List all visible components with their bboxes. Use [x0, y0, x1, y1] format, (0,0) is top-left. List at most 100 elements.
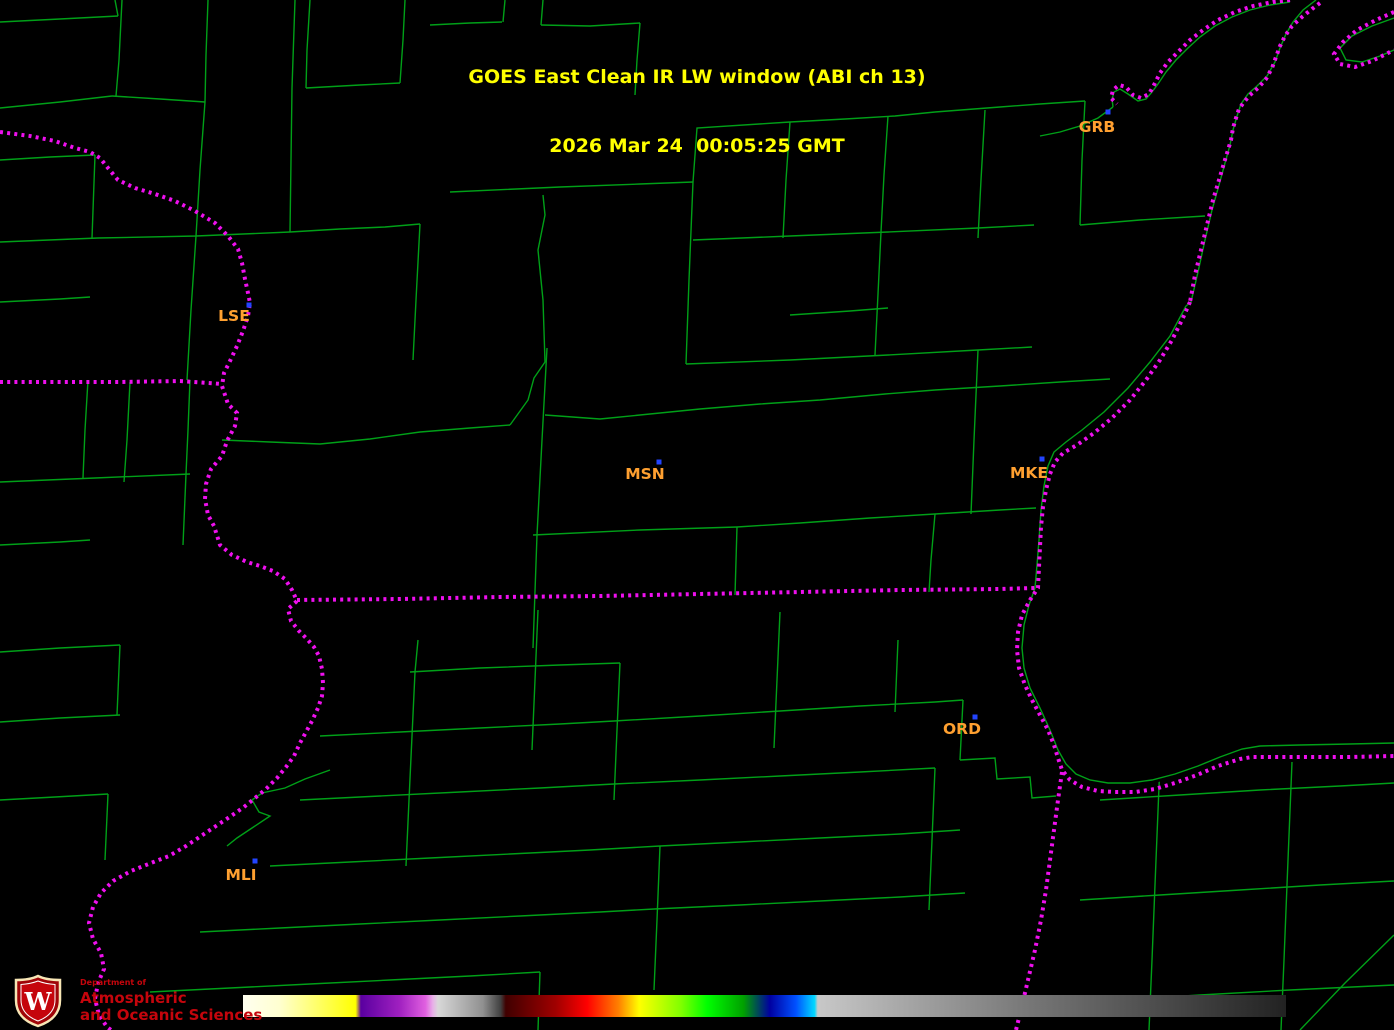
county-line: [104, 793, 109, 861]
county-line: [934, 507, 1037, 515]
city-label-mli: MLI: [225, 866, 256, 884]
county-line: [1079, 880, 1394, 901]
county-line: [305, 82, 401, 89]
title-line-1: GOES East Clean IR LW window (ABI ch 13): [468, 66, 926, 88]
county-line: [934, 699, 964, 703]
city-marker-mke: [1039, 456, 1045, 462]
county-line: [1299, 934, 1394, 1030]
state-border-dotted: [0, 378, 223, 386]
county-line: [613, 701, 936, 722]
county-line: [269, 845, 661, 867]
logo-text: Department of Atmospheric and Oceanic Sc…: [80, 977, 263, 1024]
county-line: [204, 0, 209, 103]
county-line: [1079, 215, 1206, 226]
county-line: [532, 526, 738, 536]
county-line: [185, 379, 191, 475]
county-line: [221, 424, 511, 445]
county-line: [928, 513, 936, 593]
county-line: [412, 223, 421, 361]
county-line: [928, 767, 936, 911]
county-line: [0, 296, 91, 303]
county-line: [0, 154, 96, 161]
county-line: [934, 100, 1086, 113]
county-line: [0, 473, 191, 483]
city-marker-mli: [252, 858, 258, 864]
shoreline: [1111, 88, 1153, 108]
county-line: [970, 349, 979, 515]
county-line: [226, 769, 331, 847]
county-line: [182, 473, 187, 546]
uw-crest-icon: W: [14, 974, 62, 1028]
county-line: [894, 639, 899, 713]
county-line: [653, 892, 966, 910]
city-label-msn: MSN: [625, 465, 665, 483]
county-line: [959, 757, 1057, 799]
county-line: [509, 361, 546, 426]
county-line: [0, 793, 109, 801]
county-line: [0, 15, 119, 23]
uw-aos-logo: W Department of Atmospheric and Oceanic …: [6, 974, 262, 1028]
city-label-ord: ORD: [943, 720, 981, 738]
county-line: [874, 231, 882, 356]
county-line: [305, 0, 311, 89]
county-line: [734, 526, 738, 596]
county-line: [399, 0, 406, 84]
county-line: [111, 95, 206, 103]
county-line: [502, 0, 506, 23]
county-line: [409, 662, 621, 673]
satellite-image-viewer: GRB LSE MSN MKE ORD MLI GOES East Clean IR LW…: [0, 0, 1394, 1030]
image-title: GOES East Clean IR LW window (ABI ch 13)…: [468, 20, 925, 204]
county-line: [685, 181, 694, 365]
county-line: [115, 0, 123, 97]
county-line: [537, 194, 546, 363]
county-line: [116, 644, 121, 716]
county-line: [289, 223, 421, 233]
county-line: [0, 644, 121, 653]
city-marker-ord: [972, 714, 978, 720]
county-line: [659, 829, 961, 847]
county-line: [299, 783, 615, 801]
county-line: [405, 735, 413, 867]
county-line: [653, 845, 661, 991]
logo-name-line-2: and Oceanic Sciences: [80, 1005, 263, 1024]
title-line-2: 2026 Mar 24 00:05:25 GMT: [549, 135, 845, 157]
county-line: [736, 513, 936, 528]
city-markers-layer: GRB LSE MSN MKE ORD MLI: [218, 109, 1115, 884]
county-line: [613, 767, 936, 785]
state-border-dotted: [0, 130, 326, 1030]
state-border-dotted: [1014, 771, 1064, 1030]
county-line: [82, 379, 89, 479]
county-line: [0, 95, 113, 109]
county-line: [977, 109, 986, 239]
county-line: [289, 0, 296, 233]
county-line: [692, 224, 1035, 241]
logo-name-line-1: Atmospheric: [80, 988, 187, 1007]
county-line: [544, 389, 936, 420]
county-line: [0, 539, 91, 546]
crest-w-letter: W: [24, 987, 53, 1016]
state-border-dotted: [296, 586, 1036, 602]
city-label-grb: GRB: [1079, 118, 1115, 136]
county-line: [685, 346, 1033, 365]
county-line: [0, 714, 121, 723]
temperature-colorbar: [243, 995, 1286, 1017]
logo-dept-line: Department of: [80, 977, 147, 987]
county-line: [531, 609, 539, 751]
county-line: [789, 307, 889, 316]
city-marker-msn: [656, 459, 662, 465]
county-line: [532, 347, 548, 649]
county-line: [613, 662, 621, 801]
city-label-lse: LSE: [218, 307, 250, 325]
county-line: [123, 381, 131, 483]
county-line: [0, 231, 291, 243]
county-line: [114, 0, 119, 17]
city-label-mke: MKE: [1010, 464, 1048, 482]
county-line: [411, 639, 419, 737]
county-line: [199, 908, 655, 933]
county-line: [319, 720, 615, 737]
city-marker-grb: [1105, 109, 1111, 115]
county-line: [186, 235, 197, 381]
county-line: [91, 154, 96, 239]
county-line: [934, 378, 1111, 391]
county-line: [773, 611, 781, 749]
